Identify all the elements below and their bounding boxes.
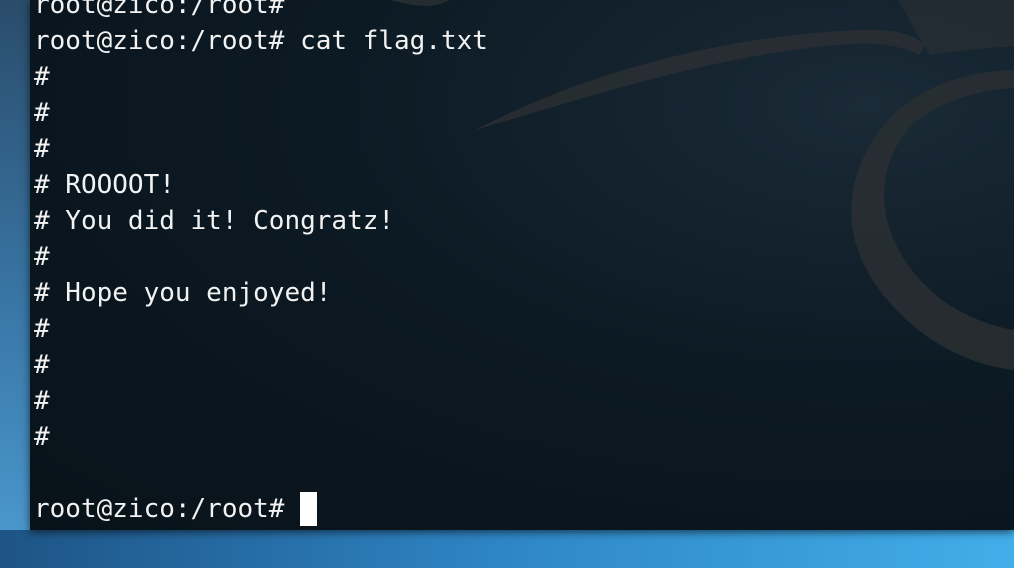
terminal-line: # bbox=[34, 242, 50, 272]
terminal-prompt-line[interactable]: root@zico:/root# bbox=[34, 491, 488, 527]
terminal-output: root@zico:/root# root@zico:/root# cat fla… bbox=[34, 0, 488, 527]
desktop-background-left bbox=[0, 0, 30, 530]
terminal-window[interactable]: root@zico:/root# root@zico:/root# cat fla… bbox=[30, 0, 1014, 530]
terminal-line: # bbox=[34, 314, 50, 344]
terminal-line: # bbox=[34, 422, 50, 452]
terminal-line: # bbox=[34, 62, 50, 92]
terminal-line: # bbox=[34, 134, 50, 164]
terminal-line: root@zico:/root# cat flag.txt bbox=[34, 26, 488, 56]
desktop-background-bottom bbox=[0, 530, 1014, 568]
terminal-line: # Hope you enjoyed! bbox=[34, 278, 332, 308]
terminal-line: # You did it! Congratz! bbox=[34, 206, 395, 236]
terminal-line: # ROOOOT! bbox=[34, 170, 175, 200]
terminal-line: # bbox=[34, 98, 50, 128]
terminal-line: root@zico:/root# bbox=[34, 0, 285, 20]
terminal-cursor bbox=[300, 492, 318, 526]
terminal-line: # bbox=[34, 386, 50, 416]
terminal-line: # bbox=[34, 350, 50, 380]
terminal-prompt: root@zico:/root# bbox=[34, 494, 301, 524]
